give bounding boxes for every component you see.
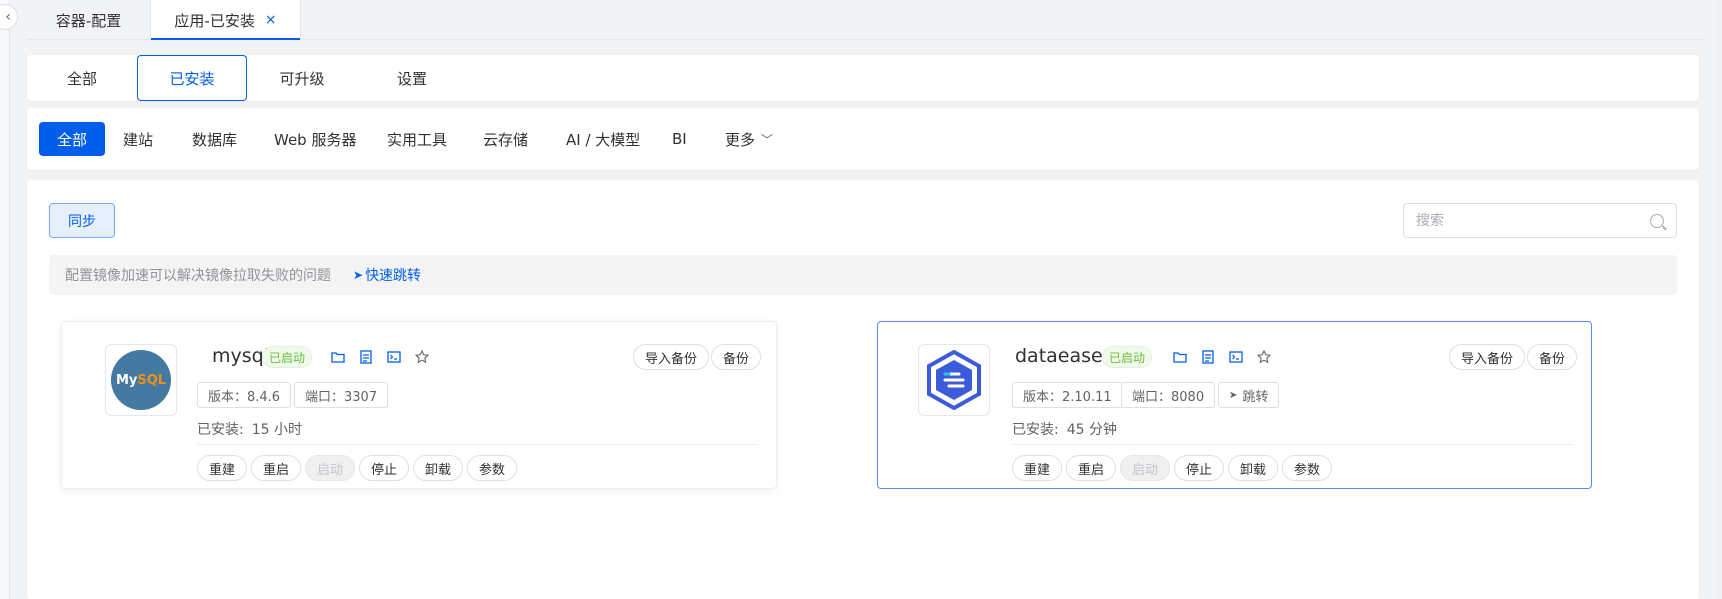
category-all[interactable]: 全部: [39, 122, 106, 156]
divider: [1012, 444, 1573, 445]
installed-value: 45 分钟: [1066, 422, 1117, 438]
restart-button[interactable]: 重启: [251, 455, 302, 481]
quick-jump-link[interactable]: ➤ 快速跳转: [353, 265, 421, 285]
installed-value: 15 小时: [251, 422, 302, 438]
rebuild-button[interactable]: 重建: [197, 455, 248, 481]
segment-bar: 全部 已安装 可升级 设置: [27, 55, 1699, 101]
star-icon[interactable]: [414, 349, 430, 365]
params-button[interactable]: 参数: [1282, 455, 1333, 481]
scrollbar-track[interactable]: [1716, 0, 1722, 599]
category-more-dropdown[interactable]: 更多 ﹀: [725, 122, 773, 156]
search-input[interactable]: [1416, 212, 1650, 229]
rebuild-button[interactable]: 重建: [1012, 455, 1063, 481]
app-card-mysql[interactable]: My SQL mysql 已启动 导入备份 备份 版本：8.4.6 端口：3307…: [61, 321, 777, 489]
params-button[interactable]: 参数: [467, 455, 518, 481]
logo-text: SQL: [137, 372, 167, 388]
segment-installed[interactable]: 已安装: [137, 55, 247, 101]
category-ai-models[interactable]: AI / 大模型: [566, 122, 640, 156]
category-cloud-storage[interactable]: 云存储: [483, 122, 528, 156]
import-backup-button[interactable]: 导入备份: [633, 344, 710, 370]
start-button: 启动: [305, 455, 356, 481]
folder-icon[interactable]: [1172, 349, 1188, 365]
tab-label: 应用-已安装: [174, 11, 255, 30]
notice-text: 配置镜像加速可以解决镜像拉取失败的问题: [65, 268, 331, 284]
segment-settings[interactable]: 设置: [357, 55, 467, 101]
category-utilities[interactable]: 实用工具: [387, 122, 447, 156]
segment-upgradable[interactable]: 可升级: [247, 55, 357, 101]
jump-label: 跳转: [1242, 389, 1269, 405]
sync-button[interactable]: 同步: [49, 203, 115, 238]
uninstall-button[interactable]: 卸载: [1228, 455, 1279, 481]
send-icon: ➤: [1229, 389, 1238, 401]
log-file-icon[interactable]: [358, 349, 374, 365]
logo-text: My: [115, 372, 138, 388]
mysql-logo-icon: My SQL: [111, 350, 171, 410]
status-badge: 已启动: [1102, 346, 1153, 368]
divider: [197, 444, 758, 445]
close-icon[interactable]: ×: [265, 12, 277, 28]
quick-jump-label: 快速跳转: [365, 268, 422, 284]
installed-time: 已安装: 45 分钟: [1012, 419, 1117, 439]
category-bi[interactable]: BI: [672, 122, 687, 156]
start-button: 启动: [1120, 455, 1171, 481]
import-backup-button[interactable]: 导入备份: [1449, 344, 1526, 370]
status-badge: 已启动: [262, 346, 313, 368]
app-name: mysql: [212, 345, 269, 367]
navigation-arrow-icon: ➤: [353, 268, 364, 282]
search-box[interactable]: [1403, 203, 1677, 238]
search-icon[interactable]: [1650, 213, 1664, 228]
star-icon[interactable]: [1256, 349, 1272, 365]
tab-app-installed[interactable]: 应用-已安装 ×: [151, 0, 301, 40]
installed-label: 已安装:: [1012, 422, 1059, 438]
log-file-icon[interactable]: [1200, 349, 1216, 365]
chevron-down-icon: ﹀: [761, 132, 774, 147]
stop-button[interactable]: 停止: [1174, 455, 1225, 481]
stop-button[interactable]: 停止: [359, 455, 410, 481]
dataease-logo-icon: [927, 350, 981, 410]
category-more-label: 更多: [725, 130, 756, 149]
backup-button[interactable]: 备份: [1527, 344, 1578, 370]
category-website[interactable]: 建站: [123, 122, 153, 156]
uninstall-button[interactable]: 卸载: [413, 455, 464, 481]
chevron-left-icon: ‹: [5, 9, 11, 25]
mirror-notice: 配置镜像加速可以解决镜像拉取失败的问题 ➤ 快速跳转: [49, 255, 1677, 295]
version-tag: 版本：2.10.11: [1012, 382, 1123, 408]
category-bar: 全部 建站 数据库 Web 服务器 实用工具 云存储 AI / 大模型 BI 更…: [27, 108, 1699, 170]
terminal-icon[interactable]: [386, 349, 402, 365]
segment-all[interactable]: 全部: [27, 55, 137, 101]
port-tag: 端口：3307: [294, 382, 389, 408]
sidebar-edge: [0, 0, 10, 599]
folder-icon[interactable]: [330, 349, 346, 365]
installed-time: 已安装: 15 小时: [197, 419, 302, 439]
app-name: dataease: [1015, 345, 1103, 367]
port-tag: 端口：8080: [1121, 382, 1216, 408]
tab-container-config[interactable]: 容器-配置: [27, 0, 151, 40]
app-card-dataease[interactable]: dataease 已启动 导入备份 备份 版本：2.10.11 端口：8080 …: [877, 321, 1592, 489]
category-web-server[interactable]: Web 服务器: [274, 122, 356, 156]
tab-label: 容器-配置: [55, 11, 122, 30]
collapse-sidebar-button[interactable]: ‹: [0, 4, 18, 30]
backup-button[interactable]: 备份: [711, 344, 762, 370]
restart-button[interactable]: 重启: [1066, 455, 1117, 481]
terminal-icon[interactable]: [1228, 349, 1244, 365]
category-database[interactable]: 数据库: [192, 122, 237, 156]
app-list-panel: 同步 配置镜像加速可以解决镜像拉取失败的问题 ➤ 快速跳转 MySQL mysq…: [27, 180, 1699, 599]
app-logo-box: [918, 344, 990, 416]
tab-bar: 容器-配置 应用-已安装 ×: [27, 0, 1705, 40]
jump-button[interactable]: ➤ 跳转: [1218, 382, 1280, 408]
app-logo-box: My SQL: [105, 344, 177, 416]
version-tag: 版本：8.4.6: [197, 382, 292, 408]
installed-label: 已安装:: [197, 422, 244, 438]
